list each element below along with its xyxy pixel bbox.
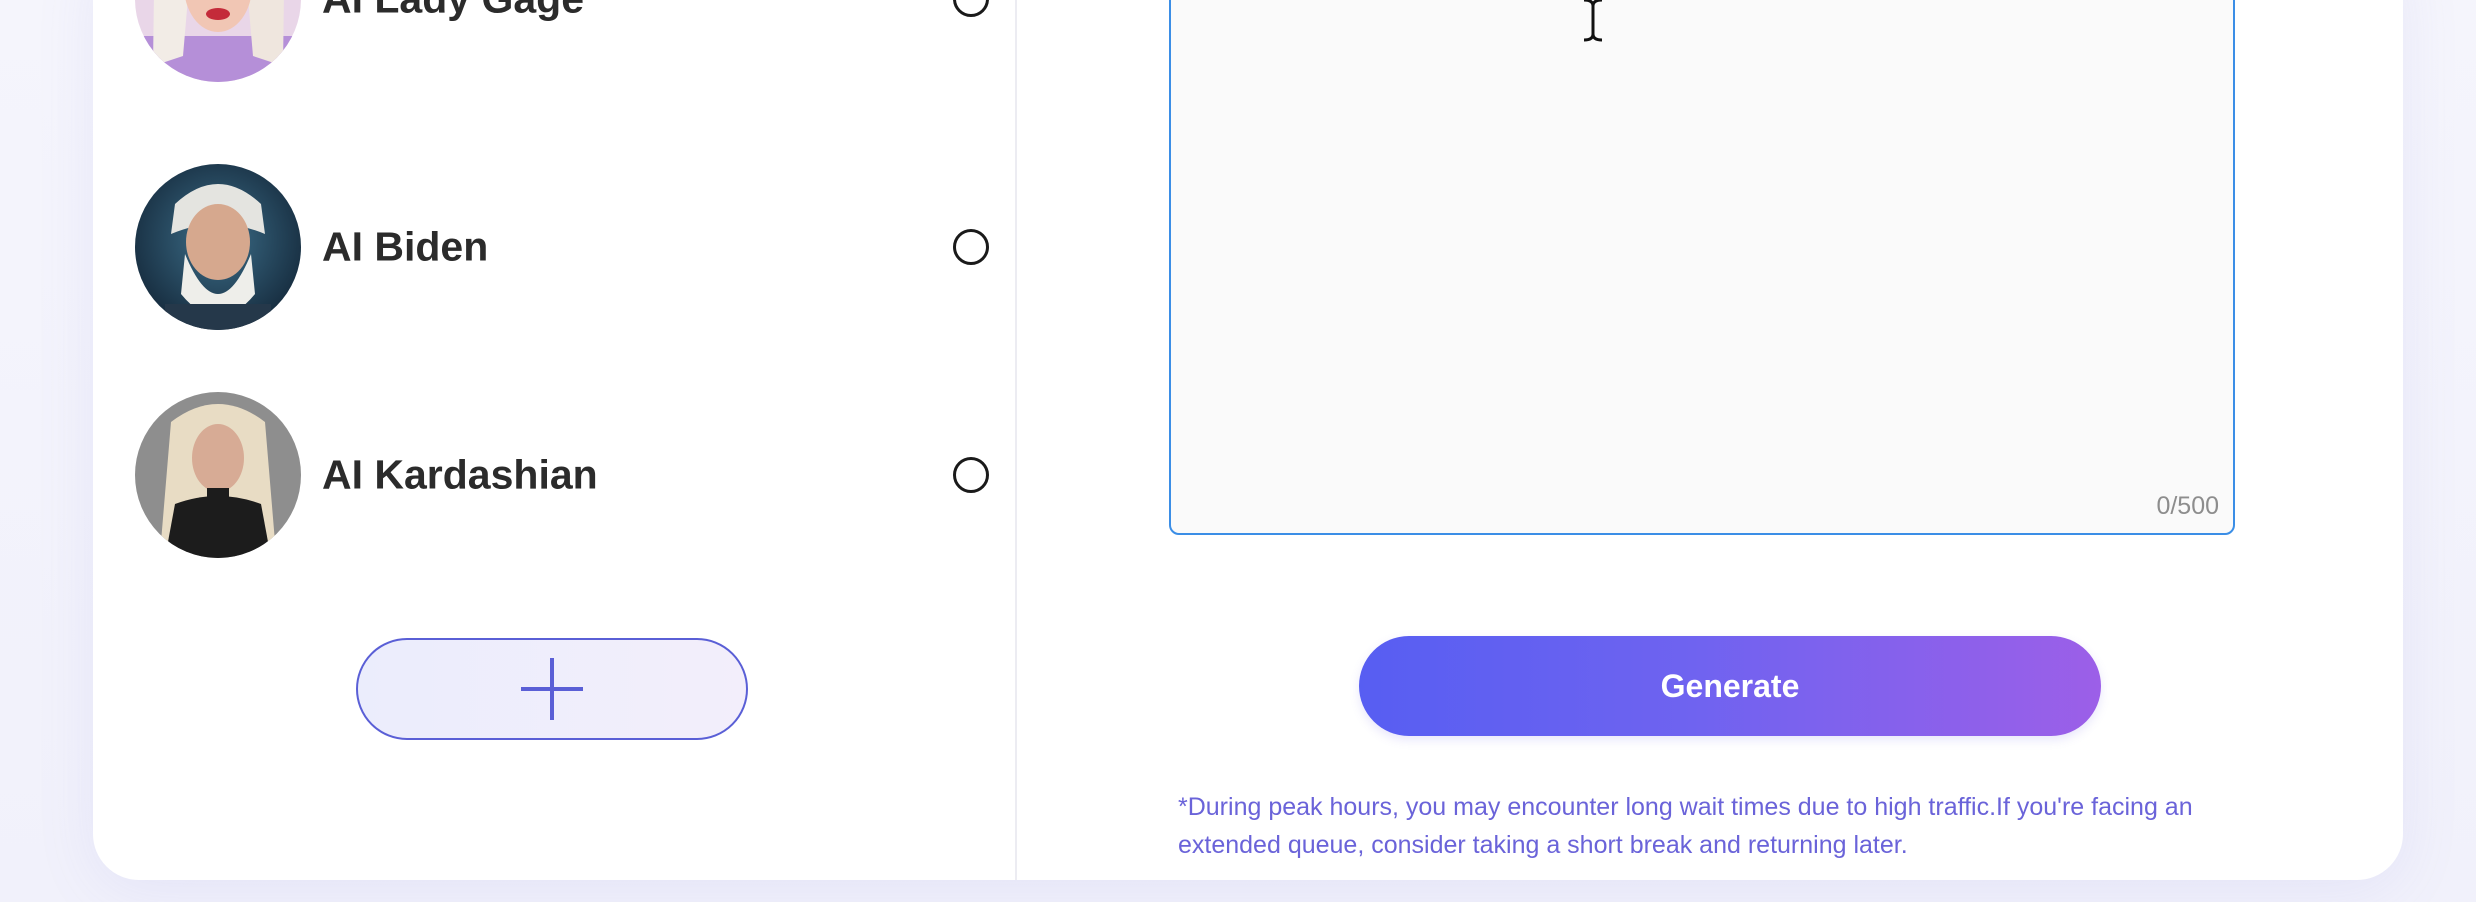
voice-name: AI Lady Gage [322,0,584,23]
avatar [135,392,301,558]
page: AI Lady Gage [0,0,2476,902]
add-voice-button[interactable] [356,638,748,740]
avatar [135,0,301,82]
peak-hours-notice: *During peak hours, you may encounter lo… [1178,793,2193,859]
text-input-box[interactable]: 0/500 [1169,0,2235,535]
voice-option-kardashian[interactable]: AI Kardashian [135,392,989,558]
column-divider [1015,0,1017,880]
generate-button[interactable]: Generate [1359,636,2101,736]
voice-option-lady-gage[interactable]: AI Lady Gage [135,0,989,82]
voice-radio[interactable] [953,229,989,265]
voice-name: AI Kardashian [322,451,598,498]
voice-generator-card: AI Lady Gage [93,0,2403,880]
voice-radio[interactable] [953,0,989,17]
script-textarea[interactable] [1171,0,2233,533]
voice-radio[interactable] [953,457,989,493]
plus-icon [521,658,583,720]
voice-option-biden[interactable]: AI Biden [135,164,989,330]
voice-name: AI Biden [322,223,489,270]
avatar [135,164,301,330]
character-counter: 0/500 [2156,492,2219,520]
text-cursor-icon [1583,0,1603,42]
